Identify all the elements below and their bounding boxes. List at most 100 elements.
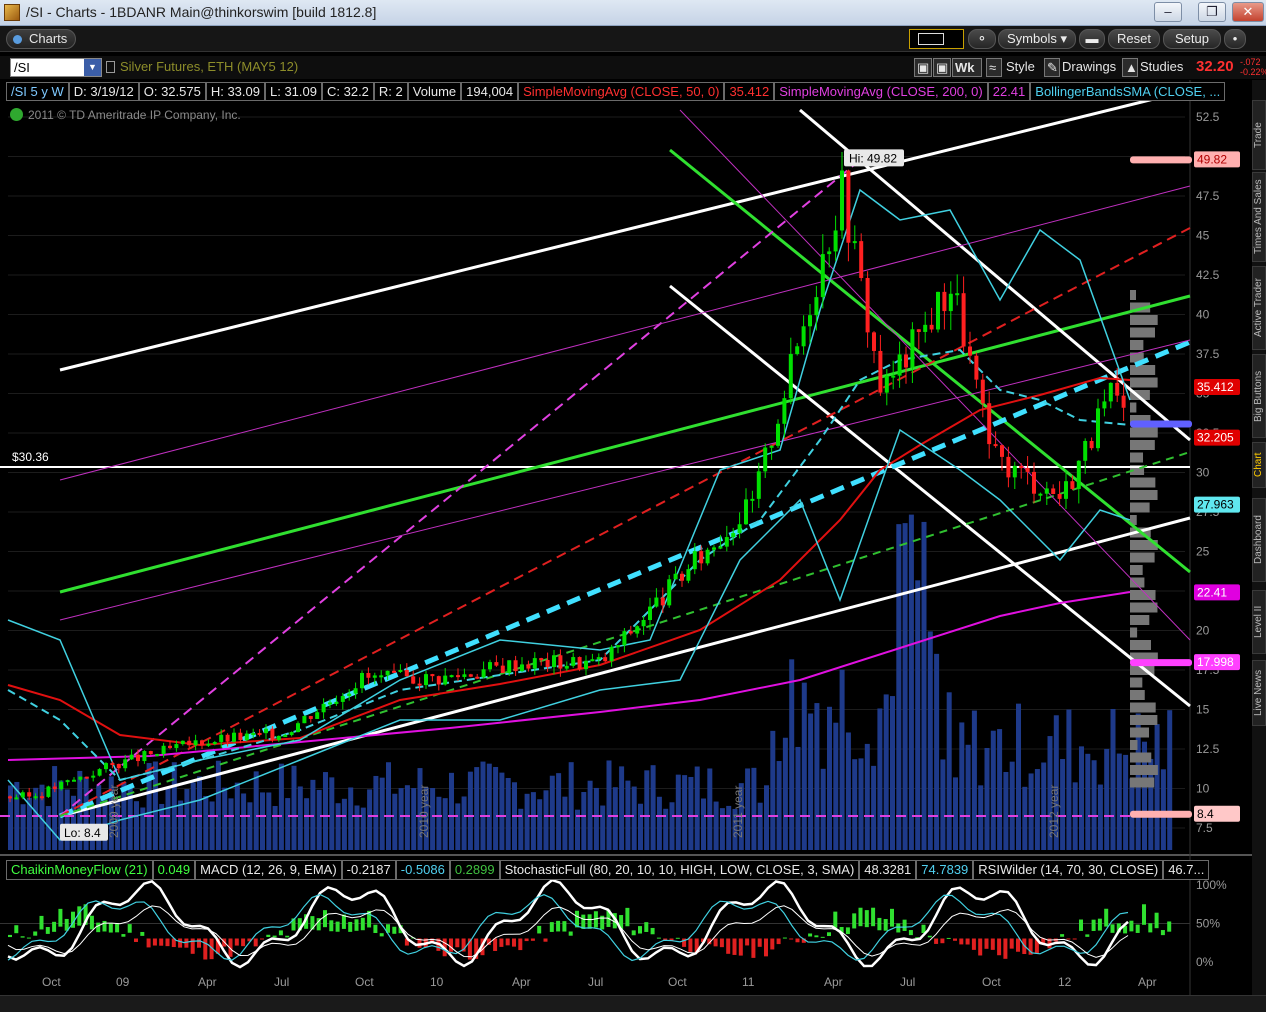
- candle-body: [296, 723, 300, 733]
- volume-profile-bar: [1130, 402, 1137, 413]
- volume-bar: [1110, 708, 1116, 850]
- candle-body: [673, 573, 678, 580]
- volume-bar: [1028, 773, 1034, 850]
- volume-bar: [493, 766, 499, 850]
- candle-body: [155, 753, 160, 756]
- macd-histogram-bar: [908, 930, 913, 936]
- candle-body: [635, 626, 640, 634]
- stoch-label[interactable]: StochasticFull (80, 20, 10, 10, HIGH, LO…: [499, 860, 860, 880]
- candle-body: [622, 631, 627, 646]
- volume-bar: [713, 801, 719, 850]
- volume-bar: [770, 730, 776, 850]
- sma200-value: 22.41: [987, 82, 1031, 101]
- volume-bar: [827, 706, 832, 850]
- volume-bar: [946, 692, 952, 850]
- macd-histogram-bar: [323, 910, 327, 928]
- sma200-label[interactable]: SimpleMovingAvg (CLOSE, 200, 0): [774, 82, 988, 101]
- macd-histogram-bar: [58, 908, 63, 927]
- candle-body: [353, 688, 358, 694]
- volume-bar: [20, 804, 26, 850]
- sma50-label[interactable]: SimpleMovingAvg (CLOSE, 50, 0): [518, 82, 725, 101]
- sidebar-tab-chart[interactable]: Chart: [1252, 442, 1266, 488]
- macd-histogram-bar: [1072, 938, 1077, 940]
- volume-bar: [316, 789, 322, 850]
- macd-histogram-bar: [14, 925, 19, 934]
- volume-bar: [675, 774, 681, 850]
- volume-bar: [953, 777, 958, 850]
- macd-histogram-bar: [953, 938, 957, 941]
- volume-profile-bar: [1130, 490, 1158, 500]
- sidebar-tab-trade[interactable]: Trade: [1252, 100, 1266, 170]
- candle-body: [129, 754, 134, 760]
- volume-bar: [820, 768, 826, 850]
- volume-bar: [404, 785, 410, 850]
- sidebar-tab-level-ii[interactable]: Level II: [1252, 590, 1266, 654]
- lower-study-pane: 100% 50% 0% Oct 09 Apr Jul Oct 10 Apr Jul Oct 11 Apr J…: [0, 878, 1227, 989]
- volume-bar: [549, 775, 555, 850]
- macd-histogram-bar: [335, 921, 340, 932]
- macd-histogram-bar: [795, 938, 800, 943]
- volume-bar: [789, 659, 795, 850]
- sidebar-tab-active-trader[interactable]: Active Trader: [1252, 266, 1266, 350]
- cmf-value: 0.049: [152, 860, 196, 880]
- volume-profile-bar: [1130, 702, 1156, 713]
- candle-body: [980, 379, 985, 404]
- macd-histogram-bar: [921, 924, 926, 933]
- x-tick-label: 09: [116, 975, 130, 989]
- sidebar-tab-big-buttons[interactable]: Big Buttons: [1252, 354, 1266, 438]
- macd-label[interactable]: MACD (12, 26, 9, EMA): [195, 860, 342, 880]
- candle-body: [33, 796, 38, 799]
- candle-body: [283, 735, 288, 738]
- sidebar-tab-dashboard[interactable]: Dashboard: [1252, 498, 1266, 582]
- period-label[interactable]: /SI 5 y W: [6, 82, 69, 101]
- macd-histogram-bar: [493, 938, 498, 951]
- volume-bar: [222, 787, 228, 850]
- cmf-label[interactable]: ChaikinMoneyFlow (21): [6, 860, 153, 880]
- volume-bar: [908, 514, 914, 850]
- macd-histogram-bar: [965, 938, 970, 945]
- candle-body: [1083, 440, 1088, 461]
- volume-bar: [593, 787, 599, 850]
- sidebar-tab-live-news[interactable]: Live News: [1252, 660, 1266, 726]
- volume-bar: [581, 792, 587, 850]
- horizontal-scrollbar[interactable]: [0, 995, 1266, 1012]
- candle-body: [449, 675, 454, 678]
- volume-bar: [341, 798, 347, 850]
- sidebar-tab-times-sales[interactable]: Times And Sales: [1252, 172, 1266, 262]
- candle-body: [20, 792, 25, 798]
- volume-bar: [411, 788, 417, 850]
- macd-histogram-bar: [33, 931, 38, 936]
- volume-profile-bar: [1130, 377, 1158, 388]
- candle-body: [385, 670, 390, 676]
- candle-body: [603, 657, 608, 662]
- macd-histogram-bar: [1016, 938, 1020, 952]
- volume-bar: [386, 762, 391, 850]
- volume-profile-bar: [1130, 565, 1143, 575]
- volume-bar: [449, 772, 454, 850]
- volume-bar: [808, 713, 814, 850]
- y-tick-label: 52.5: [1196, 110, 1220, 124]
- candle-body: [756, 471, 761, 499]
- volume-bar: [631, 786, 637, 850]
- candle-body: [276, 735, 281, 740]
- bollinger-label[interactable]: BollingerBandsSMA (CLOSE, ...: [1030, 82, 1226, 101]
- macd-histogram-bar: [1097, 918, 1102, 931]
- volume-bar: [442, 798, 448, 850]
- volume-bar: [165, 787, 171, 850]
- hline-label: $30.36: [12, 450, 49, 464]
- candle-body: [168, 745, 172, 749]
- trend-drawings: [0, 88, 1191, 819]
- candle-body: [1032, 471, 1036, 494]
- candle-body: [174, 744, 179, 749]
- rsi-label[interactable]: RSIWilder (14, 70, 30, CLOSE): [973, 860, 1164, 880]
- candle-body: [1000, 445, 1004, 457]
- volume-bar: [310, 779, 316, 850]
- candle-body: [948, 293, 953, 312]
- volume-bar: [398, 788, 404, 850]
- volume-profile-bar: [1130, 477, 1156, 488]
- volume-bar: [285, 798, 291, 850]
- candle-body: [78, 776, 83, 780]
- volume-bar: [52, 766, 58, 850]
- candle-body: [1076, 460, 1081, 489]
- candle-body: [968, 346, 972, 356]
